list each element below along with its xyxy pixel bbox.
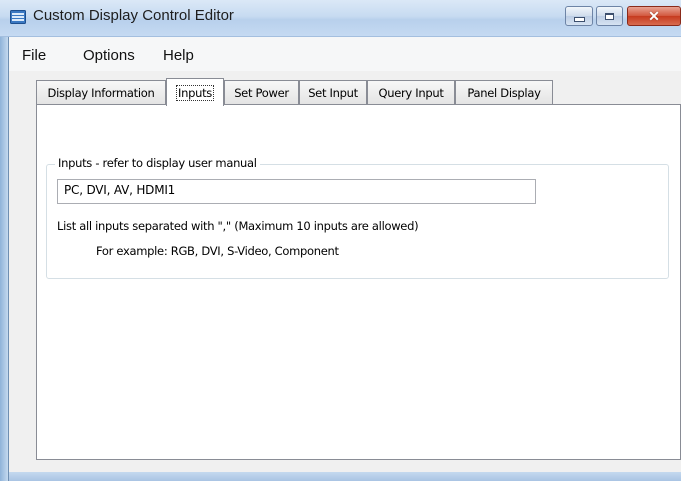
menu-help[interactable]: Help	[163, 47, 194, 64]
window-title: Custom Display Control Editor	[33, 7, 234, 24]
tab-query-input[interactable]: Query Input	[367, 80, 455, 104]
tab-panel-display[interactable]: Panel Display	[455, 80, 553, 104]
maximize-button[interactable]	[596, 6, 623, 26]
menu-file[interactable]: File	[22, 47, 46, 64]
tab-display-information[interactable]: Display Information	[36, 80, 166, 104]
tab-label: Set Power	[234, 85, 289, 100]
tab-strip: Display Information Inputs Set Power Set…	[9, 71, 681, 111]
inputs-group-legend: Inputs - refer to display user manual	[55, 156, 260, 170]
minimize-icon	[573, 16, 585, 22]
menu-bar: File Options Help	[9, 37, 681, 71]
window-frame-bottom	[9, 472, 681, 481]
tab-label: Display Information	[47, 85, 155, 100]
tab-label: Query Input	[378, 85, 444, 100]
app-window: Custom Display Control Editor ✕ File Opt…	[0, 0, 681, 481]
window-frame-left	[0, 37, 9, 481]
tab-inputs[interactable]: Inputs	[166, 78, 224, 106]
inputs-example-text: For example: RGB, DVI, S-Video, Componen…	[96, 244, 339, 258]
close-button[interactable]: ✕	[627, 6, 681, 26]
close-icon: ✕	[648, 8, 660, 24]
tab-set-input[interactable]: Set Input	[299, 80, 367, 104]
title-bar[interactable]: Custom Display Control Editor ✕	[0, 0, 681, 37]
menu-options[interactable]: Options	[83, 47, 135, 64]
tab-label: Inputs	[176, 84, 214, 101]
tab-label: Panel Display	[467, 85, 541, 100]
inputs-help-text: List all inputs separated with "," (Maxi…	[57, 219, 419, 233]
maximize-icon	[605, 12, 614, 20]
tab-set-power[interactable]: Set Power	[224, 80, 299, 104]
app-window-icon	[10, 9, 26, 25]
minimize-button[interactable]	[565, 6, 593, 26]
tab-label: Set Input	[308, 85, 358, 100]
inputs-text-field[interactable]: PC, DVI, AV, HDMI1	[57, 179, 536, 204]
